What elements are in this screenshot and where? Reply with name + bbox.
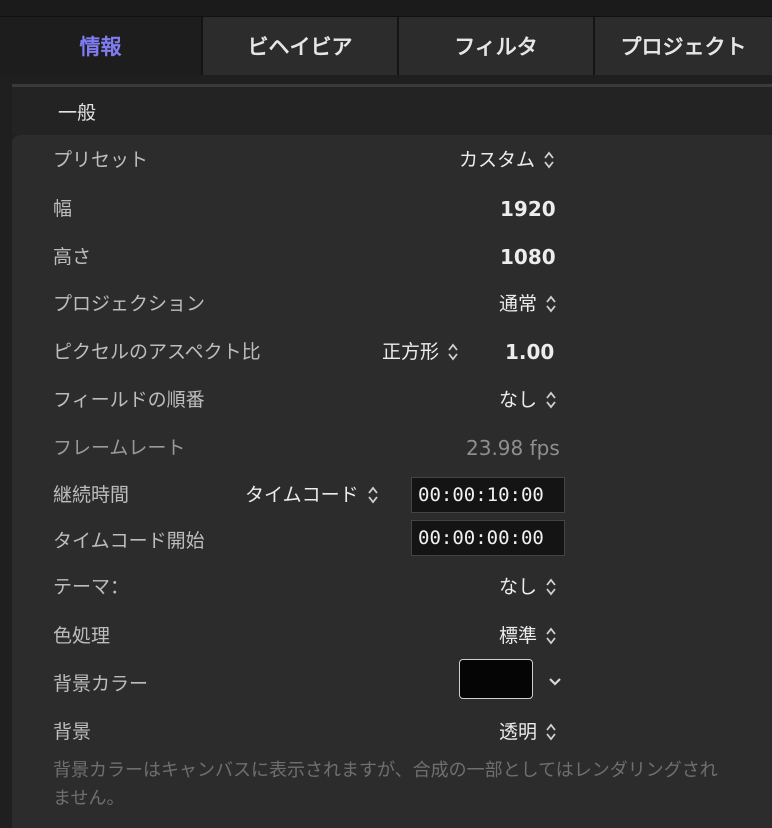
- up-down-chevron-icon: [545, 721, 557, 743]
- up-down-chevron-icon: [545, 389, 557, 411]
- pixel-aspect-value[interactable]: 1.00: [505, 338, 554, 366]
- left-gutter: [0, 75, 12, 828]
- color-processing-label: 色処理: [53, 625, 111, 647]
- background-color-note: 背景カラーはキャンバスに表示されますが、合成の一部としてはレンダリングされません…: [53, 760, 718, 809]
- tab-info[interactable]: 情報: [0, 17, 203, 75]
- theme-label: テーマ：: [53, 576, 130, 598]
- frame-rate-label: フレームレート: [53, 437, 186, 459]
- background-color-label: 背景カラー: [53, 673, 149, 695]
- background-color-swatch[interactable]: [459, 659, 533, 699]
- field-order-label: フィールドの順番: [53, 389, 205, 411]
- tab-project[interactable]: プロジェクト: [595, 17, 772, 75]
- section-header-general[interactable]: [12, 87, 772, 135]
- projection-popup[interactable]: 通常: [499, 290, 557, 318]
- tab-behaviors[interactable]: ビヘイビア: [203, 17, 399, 75]
- field-order-popup[interactable]: なし: [499, 386, 557, 414]
- pixel-aspect-label: ピクセルのアスペクト比: [53, 341, 261, 363]
- duration-label: 継続時間: [53, 484, 130, 506]
- window-top-strip: [0, 0, 772, 16]
- preset-label: プリセット: [53, 149, 149, 171]
- up-down-chevron-icon: [543, 149, 555, 171]
- duration-format-popup[interactable]: タイムコード: [245, 481, 379, 509]
- theme-value: なし: [499, 576, 538, 598]
- width-label: 幅: [53, 198, 73, 220]
- height-label: 高さ: [53, 246, 92, 268]
- chevron-down-icon[interactable]: [547, 673, 563, 686]
- background-value: 透明: [499, 721, 538, 743]
- theme-popup[interactable]: なし: [499, 573, 557, 601]
- preset-value: カスタム: [459, 149, 536, 171]
- up-down-chevron-icon: [447, 341, 459, 363]
- inspector-tab-bar: 情報 ビヘイビア フィルタ プロジェクト: [0, 16, 772, 75]
- background-label: 背景: [53, 721, 92, 743]
- duration-field[interactable]: 00:00:10:00: [411, 477, 565, 513]
- field-order-value: なし: [499, 389, 538, 411]
- preset-popup[interactable]: カスタム: [459, 146, 555, 174]
- color-processing-popup[interactable]: 標準: [499, 622, 557, 650]
- tab-filters[interactable]: フィルタ: [399, 17, 595, 75]
- timecode-start-label: タイムコード開始: [53, 530, 205, 552]
- frame-rate-value: 23.98 fps: [466, 436, 560, 460]
- projection-value: 通常: [499, 293, 538, 315]
- pixel-aspect-popup-value: 正方形: [382, 341, 440, 363]
- up-down-chevron-icon: [545, 576, 557, 598]
- projection-label: プロジェクション: [53, 293, 206, 315]
- up-down-chevron-icon: [367, 484, 379, 506]
- timecode-start-field[interactable]: 00:00:00:00: [411, 520, 565, 556]
- pixel-aspect-popup[interactable]: 正方形: [382, 338, 459, 366]
- width-value[interactable]: 1920: [500, 195, 556, 223]
- color-processing-value: 標準: [499, 625, 538, 647]
- up-down-chevron-icon: [545, 625, 557, 647]
- duration-format-value: タイムコード: [245, 484, 359, 506]
- up-down-chevron-icon: [545, 293, 557, 315]
- height-value[interactable]: 1080: [500, 243, 556, 271]
- section-title: 一般: [58, 102, 97, 124]
- background-popup[interactable]: 透明: [499, 718, 557, 746]
